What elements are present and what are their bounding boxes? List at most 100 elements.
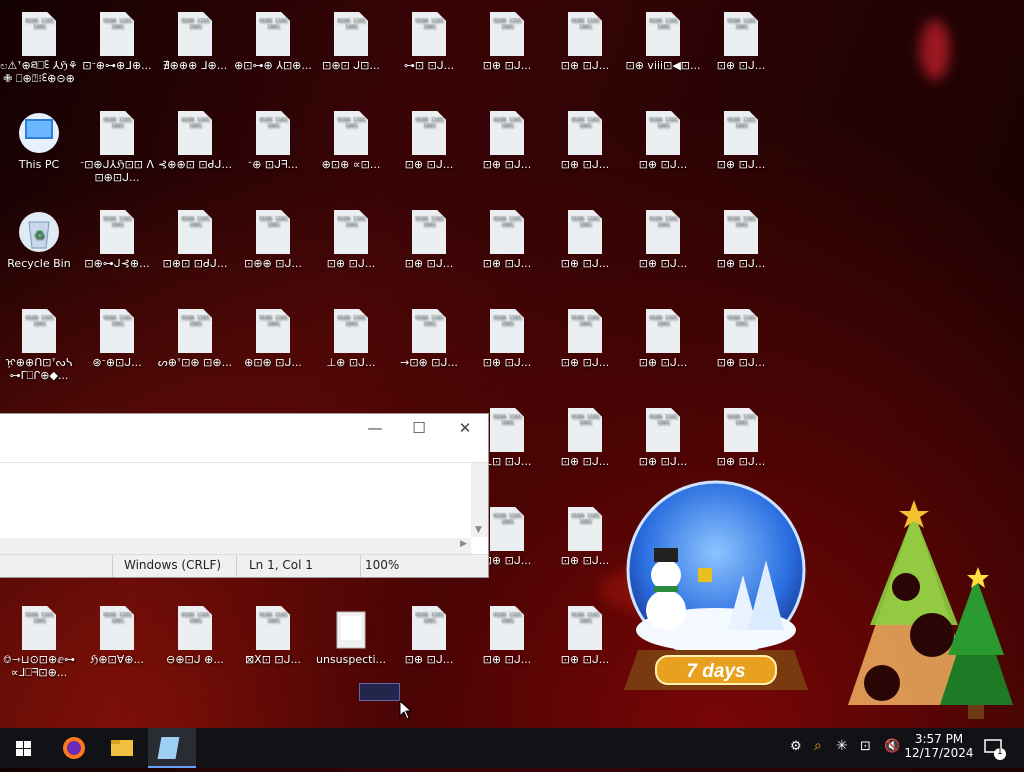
maximize-button[interactable]: ☐	[404, 418, 434, 438]
file-name-label: ⎊⇾⊔⊙⊡⊕ⅇ⊶ ∝ᒧ⎕ᖷ⊡⊕...	[2, 653, 76, 679]
desktop-file-icon[interactable]: 0100 1101 1001 ᢊ⊕⊕ᑎ⊡ᐪᔓᓴ ⊶ᒥ⎕ᒋ⊕◆...	[0, 303, 78, 399]
status-separator	[236, 555, 237, 577]
desktop-file-icon[interactable]: 0100 1101 1001 ⊡⊕ viii⊡◀⊡...	[624, 6, 702, 102]
desktop-file-icon[interactable]: 0100 1101 1001 ⊡⊕ ⊡ᒍ...	[312, 204, 390, 300]
start-button[interactable]	[0, 728, 48, 768]
title-bar[interactable]: — ☐ ✕	[0, 414, 488, 442]
file-name-label: ⊡⊕ ⊡ᒍ...	[404, 653, 454, 666]
binary-file-icon: 0100 1101 1001	[256, 12, 290, 56]
file-name-label: ⊡ᐨ⊕⊶⊕ᒧ⊕...	[82, 59, 152, 72]
desktop-file-icon[interactable]: 0100 1101 1001 →⊡⊕ ⊡ᒍ...	[390, 303, 468, 399]
desktop-file-icon[interactable]: 0100 1101 1001 ⊡⊕ ⊡ᒍ...	[468, 204, 546, 300]
recycle-bin-shortcut[interactable]: ♻ Recycle Bin	[0, 204, 78, 300]
snowflake-icon[interactable]: ✳	[836, 738, 848, 754]
tree-icon	[948, 577, 1004, 655]
computer-icon	[19, 113, 59, 153]
this-pc-shortcut[interactable]: This PC	[0, 105, 78, 201]
notepad-taskbar-button[interactable]	[148, 728, 196, 768]
desktop-file-icon[interactable]: 0100 1101 1001 ∄⊕⊕⊕ ᒧ⊕...	[156, 6, 234, 102]
desktop-file-icon[interactable]: 0100 1101 1001 ⊡⊕ ⊡ᒍ...	[468, 600, 546, 696]
desktop-file-icon[interactable]: 0100 1101 1001 ಲ⚠ᐪ⊕ཐ⎕ᢄ ⅄ℌ⚘✙ ⎕⊕⍰⁝ᢄ⊕⊝⊕	[0, 6, 78, 102]
notepad-window[interactable]: — ☐ ✕ ▼ ▶ Windows (CRLF) Ln 1, Col 1 100…	[0, 413, 489, 578]
binary-file-icon: 0100 1101 1001	[412, 309, 446, 353]
notification-center-button[interactable]: 1	[980, 728, 1010, 768]
desktop-file-icon[interactable]: 0100 1101 1001 ⊛ᐨ⊕⊡ᒍ...	[78, 303, 156, 399]
file-name-label: This PC	[18, 158, 60, 171]
desktop-file-icon[interactable]: 0100 1101 1001 ⊡⊕ ⊡ᒍ...	[546, 105, 624, 201]
desktop-file-icon[interactable]: 0100 1101 1001 ⊡⊕ ⊡ᒍ...	[468, 303, 546, 399]
desktop-file-icon[interactable]: 0100 1101 1001 ⊡⊕ ⊡ᒍ...	[702, 204, 780, 300]
desktop-file-icon[interactable]: 0100 1101 1001 ⊡⊕ ⊡ᒍ...	[390, 600, 468, 696]
network-icon[interactable]: ⊡	[860, 739, 871, 754]
desktop-file-icon[interactable]: 0100 1101 1001 ⊡⊕ ⊡ᒍ...	[624, 204, 702, 300]
desktop-file-icon[interactable]: 0100 1101 1001 ⊡⊕⊡ ⊡ᑯᒍ...	[156, 204, 234, 300]
selection-rectangle	[359, 683, 400, 701]
desktop-file-icon[interactable]: 0100 1101 1001 ⊡⊕⊶ᒍ⊰⊕...	[78, 204, 156, 300]
volume-muted-icon[interactable]: 🔇	[884, 739, 900, 754]
desktop-file-icon[interactable]: 0100 1101 1001 ᐨ⊕ ⊡ᒍᖷ...	[234, 105, 312, 201]
desktop-file-icon[interactable]: 0100 1101 1001 ⊡⊕ ⊡ᒍ...	[468, 6, 546, 102]
file-name-label: ⊡⊕ ⊡ᒍ...	[482, 59, 532, 72]
binary-file-icon: 0100 1101 1001	[646, 408, 680, 452]
snowman-scarf	[654, 586, 678, 592]
file-name-label: ⊡⊕ ⊡ᒍ...	[716, 257, 766, 270]
snow-globe-widget[interactable]: 7 days	[608, 480, 828, 705]
desktop-file-icon[interactable]: 0100 1101 1001 ⊡⊕ ⊡ᒍ...	[624, 303, 702, 399]
binary-file-icon: 0100 1101 1001	[646, 111, 680, 155]
desktop-file-icon[interactable]: 0100 1101 1001 ⊡⊕ ⊡ᒍ...	[546, 303, 624, 399]
desktop-file-icon[interactable]: 0100 1101 1001 ⊕⊡⊶⊕ ⅄⊡⊕...	[234, 6, 312, 102]
file-name-label: ⊡⊕⊡ ⊡ᑯᒍ...	[162, 257, 228, 270]
firefox-taskbar-button[interactable]	[50, 728, 98, 768]
tree-icon	[870, 513, 958, 625]
clock[interactable]: 3:57 PM 12/17/2024	[904, 728, 974, 768]
desktop-file-icon[interactable]: 0100 1101 1001 ⊖⊕⊡ᒍ ⊕...	[156, 600, 234, 696]
desktop-file-icon[interactable]: 0100 1101 1001 ⊡⊕ ⊡ᒍ...	[624, 105, 702, 201]
binary-file-icon: 0100 1101 1001	[568, 210, 602, 254]
file-name-label: ᔕ⊕ᐪ⊡⊕ ⊡⊕...	[157, 356, 233, 369]
desktop-file-icon[interactable]: 0100 1101 1001 ⊡⊕ ⊡ᒍ...	[702, 105, 780, 201]
desktop-file-icon[interactable]: 0100 1101 1001 ⊡⊕⊡ ᒍ⊡...	[312, 6, 390, 102]
file-explorer-taskbar-button[interactable]	[98, 728, 146, 768]
binary-file-icon: 0100 1101 1001	[22, 606, 56, 650]
desktop-file-icon[interactable]: 0100 1101 1001 ⊕⊡⊕ ∝⊡...	[312, 105, 390, 201]
search-icon[interactable]: ⌕	[814, 738, 822, 754]
desktop-file-icon[interactable]: 0100 1101 1001 ⊡⊕ ⊡ᒍ...	[546, 204, 624, 300]
windows-logo-icon	[16, 741, 31, 756]
desktop-file-icon[interactable]: 0100 1101 1001 ⊡⊕ ⊡ᒍ...	[390, 204, 468, 300]
desktop-file-icon[interactable]: 0100 1101 1001 ⊥⊕ ⊡ᒍ...	[312, 303, 390, 399]
binary-file-icon: 0100 1101 1001	[490, 507, 524, 551]
text-editor[interactable]	[0, 463, 470, 537]
binary-file-icon: 0100 1101 1001	[724, 309, 758, 353]
snowman-hat	[654, 548, 678, 562]
desktop-file-icon[interactable]: 0100 1101 1001 ᐨ⊡⊕ᒍ⅄ℌ⊡⊡ ᐱ⊡⊕⊡ᒍ...	[78, 105, 156, 201]
desktop-file-icon[interactable]: 0100 1101 1001 ⊡ᐨ⊕⊶⊕ᒧ⊕...	[78, 6, 156, 102]
desktop-file-icon[interactable]: 0100 1101 1001 ⊰⊕⊕⊡ ⊡ᑯᒍ...	[156, 105, 234, 201]
file-name-label: ⊡⊕ ⊡ᒍ...	[638, 158, 688, 171]
desktop-file-icon[interactable]: 0100 1101 1001 ⊕⊡⊕ ⊡ᒍ...	[234, 303, 312, 399]
close-button[interactable]: ✕	[450, 418, 480, 438]
desktop-file-icon[interactable]: 0100 1101 1001 ⊡⊕ ⊡ᒍ...	[546, 6, 624, 102]
horizontal-scrollbar[interactable]: ▶	[0, 538, 471, 555]
scroll-down-icon[interactable]: ▼	[475, 525, 482, 535]
vertical-scrollbar[interactable]: ▼	[471, 463, 488, 537]
scroll-right-icon[interactable]: ▶	[460, 539, 467, 549]
mouse-cursor-icon	[399, 700, 413, 720]
notepad-icon	[157, 737, 180, 759]
minimize-button[interactable]: —	[360, 418, 390, 438]
desktop-file-icon[interactable]: 0100 1101 1001 ᔕ⊕ᐪ⊡⊕ ⊡⊕...	[156, 303, 234, 399]
binary-file-icon: 0100 1101 1001	[22, 309, 56, 353]
desktop-file-icon[interactable]: 0100 1101 1001 ⊶⊡ ⊡ᒍ...	[390, 6, 468, 102]
desktop-file-icon[interactable]: 0100 1101 1001 ⊡⊕ ⊡ᒍ...	[468, 105, 546, 201]
desktop-file-icon[interactable]: 0100 1101 1001 ⊡⊕ ⊡ᒍ...	[702, 6, 780, 102]
file-name-label: ⊡⊕ ⊡ᒍ...	[560, 257, 610, 270]
desktop-file-icon[interactable]: 0100 1101 1001 ⎊⇾⊔⊙⊡⊕ⅇ⊶ ∝ᒧ⎕ᖷ⊡⊕...	[0, 600, 78, 696]
desktop-file-icon[interactable]: 0100 1101 1001 ⊠X⊡ ⊡ᒍ...	[234, 600, 312, 696]
network-warning-icon[interactable]: ⚙	[790, 739, 802, 754]
line-ending-label: Windows (CRLF)	[124, 558, 222, 572]
desktop-file-icon[interactable]: 0100 1101 1001 ℌ⊕⊡∀⊕...	[78, 600, 156, 696]
desktop-file-icon[interactable]: 0100 1101 1001 ⊡⊕ ⊡ᒍ...	[702, 303, 780, 399]
binary-file-icon: 0100 1101 1001	[256, 210, 290, 254]
desktop-file-icon[interactable]: 0100 1101 1001 ⊡⊕⊕ ⊡ᒍ...	[234, 204, 312, 300]
desktop-file-icon[interactable]: 0100 1101 1001 ⊡⊕ ⊡ᒍ...	[390, 105, 468, 201]
folder-shortcut[interactable]: unsuspecti...	[312, 600, 390, 696]
